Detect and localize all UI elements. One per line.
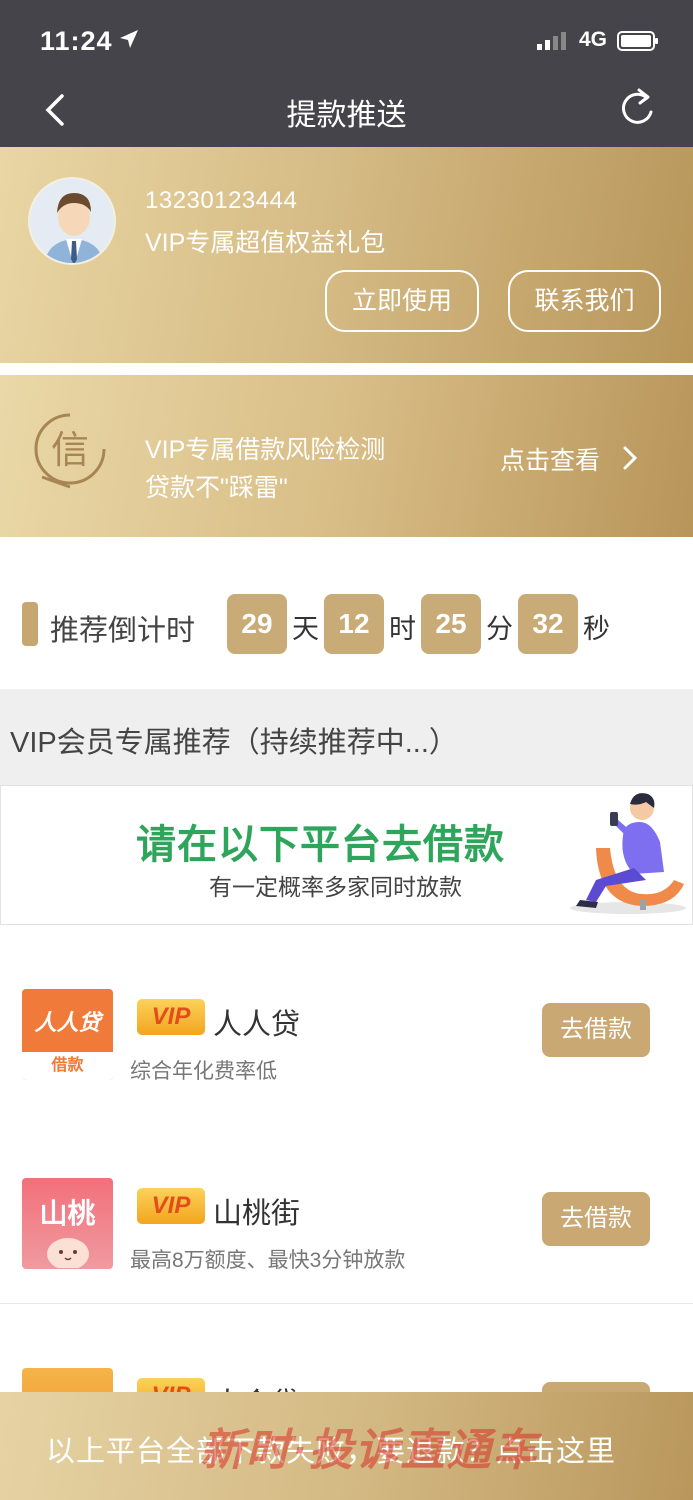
user-phone: 13230123444 [145, 187, 298, 214]
shantaojie-logo-text: 山桃 [39, 1198, 96, 1229]
shantaojie-logo: 山桃 [22, 1178, 113, 1269]
status-bar: 11:24 4G [40, 22, 663, 62]
watermark: 新时·投诉直通车 [200, 1426, 539, 1475]
risk-subtitle: 贷款不"踩雷" [145, 474, 288, 502]
view-link[interactable]: 点击查看 [500, 441, 600, 477]
renrendai-logo-sub: 借款 [22, 1052, 113, 1080]
vip-card: 13230123444 VIP专属超值权益礼包 立即使用 联系我们 [0, 147, 693, 363]
countdown-section: 推荐倒计时 29 天 12 时 25 分 32 秒 [0, 537, 693, 689]
countdown-days: 29 [227, 594, 287, 654]
countdown-hours: 12 [324, 594, 384, 654]
section-title: VIP会员专属推荐（持续推荐中...） [10, 727, 458, 759]
countdown-seconds: 32 [518, 594, 578, 654]
svg-text:信: 信 [51, 428, 89, 472]
renrendai-logo: 人人贷 借款 [22, 989, 113, 1080]
top-bar: 11:24 4G 提款推送 [0, 0, 693, 147]
chevron-right-icon [623, 446, 638, 470]
platform-desc: 综合年化费率低 [130, 1060, 277, 1083]
borrow-button[interactable]: 去借款 [542, 1003, 650, 1057]
vip-badge: VIP [137, 999, 205, 1035]
platform-item-renrendai: 人人贷 借款 VIP 人人贷 综合年化费率低 去借款 [0, 925, 693, 1115]
recommend-section-header: VIP会员专属推荐（持续推荐中...） [0, 689, 693, 785]
status-time: 11:24 [40, 26, 113, 56]
refund-footer-bar[interactable]: 以上平台全部下款失败，要退款？点击这里 新时·投诉直通车 [0, 1392, 693, 1500]
man-in-chair-illustration-icon [570, 793, 686, 914]
platform-desc: 最高8万额度、最快3分钟放款 [130, 1249, 406, 1272]
peach-face-icon [47, 1238, 89, 1268]
risk-check-card[interactable]: 信 VIP专属借款风险检测 贷款不"踩雷" 点击查看 [0, 375, 693, 537]
borrow-button[interactable]: 去借款 [542, 1192, 650, 1246]
countdown-minutes-unit: 分 [486, 614, 513, 644]
refresh-icon[interactable] [617, 86, 657, 130]
banner-headline: 请在以下平台去借款 [136, 823, 505, 867]
signal-icon [537, 32, 566, 50]
contact-us-button[interactable]: 联系我们 [508, 270, 661, 332]
countdown-days-unit: 天 [292, 614, 319, 644]
vip-badge: VIP [137, 1188, 205, 1224]
countdown-seconds-unit: 秒 [583, 614, 610, 644]
countdown-accent-bar [22, 602, 38, 646]
credit-seal-icon: 信 [34, 413, 106, 489]
banner-subline: 有一定概率多家同时放款 [209, 874, 462, 900]
renrendai-logo-text: 人人贷 [34, 1010, 101, 1035]
borrow-banner: 请在以下平台去借款 有一定概率多家同时放款 [0, 785, 693, 925]
platform-name: 山桃街 [213, 1198, 301, 1230]
battery-icon [617, 31, 658, 51]
page-title: 提款推送 [286, 99, 407, 132]
platform-item-shantaojie: 山桃 VIP 山桃街 最高8万额度、最快3分钟放款 去借款 [0, 1114, 693, 1304]
network-type: 4G [578, 28, 607, 51]
use-now-button[interactable]: 立即使用 [325, 270, 479, 332]
user-avatar-icon [30, 179, 114, 263]
platform-name: 人人贷 [213, 1009, 301, 1041]
vip-subtitle: VIP专属超值权益礼包 [145, 229, 386, 257]
countdown-label: 推荐倒计时 [50, 615, 196, 647]
avatar [28, 177, 116, 265]
countdown-minutes: 25 [421, 594, 481, 654]
risk-title: VIP专属借款风险检测 [145, 436, 386, 464]
countdown-hours-unit: 时 [389, 614, 416, 644]
location-arrow-icon [120, 30, 138, 48]
